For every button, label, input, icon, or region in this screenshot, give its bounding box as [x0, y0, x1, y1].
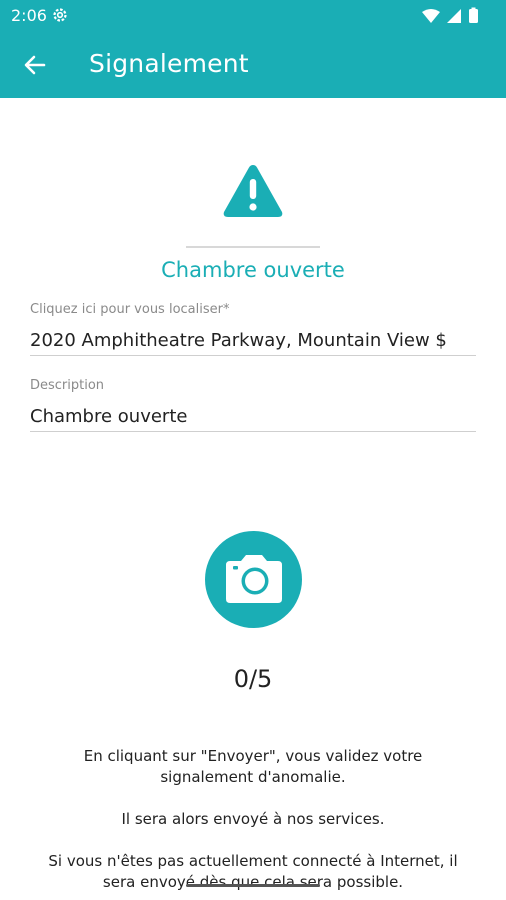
settings-gear-icon [52, 7, 68, 27]
photo-count: 0/5 [233, 665, 273, 693]
info-line-2: Il sera alors envoyé à nos services. [121, 810, 385, 828]
location-label[interactable]: Cliquez ici pour vous localiser* [30, 302, 229, 317]
page-title: Signalement [89, 49, 249, 78]
info-line-3b: sera envoyé dès que cela sera possible. [102, 873, 404, 891]
location-field[interactable]: 2020 Amphitheatre Parkway, Mountain View… [30, 330, 476, 351]
signal-icon [447, 9, 461, 23]
description-underline [30, 431, 476, 432]
gesture-bar[interactable] [186, 884, 320, 887]
add-photo-button[interactable] [205, 531, 302, 628]
location-underline [30, 355, 476, 356]
info-line-1a: En cliquant sur "Envoyer", vous validez … [83, 747, 423, 765]
wifi-icon [422, 9, 440, 23]
app-bar: 2:06 Signalement [0, 0, 506, 98]
info-line-1b: signalement d'anomalie. [160, 768, 346, 786]
info-line-3a: Si vous n'êtes pas actuellement connecté… [48, 852, 458, 870]
description-label: Description [30, 378, 105, 393]
title-divider [186, 246, 320, 248]
camera-icon [226, 555, 282, 603]
report-title: Chambre ouverte [161, 258, 345, 282]
status-bar: 2:06 [0, 0, 506, 32]
status-time: 2:06 [11, 6, 47, 25]
battery-icon [469, 9, 478, 23]
warning-icon [221, 162, 285, 224]
arrow-left-icon[interactable] [22, 52, 48, 78]
status-icons [420, 7, 492, 29]
description-field[interactable]: Chambre ouverte [30, 406, 476, 427]
